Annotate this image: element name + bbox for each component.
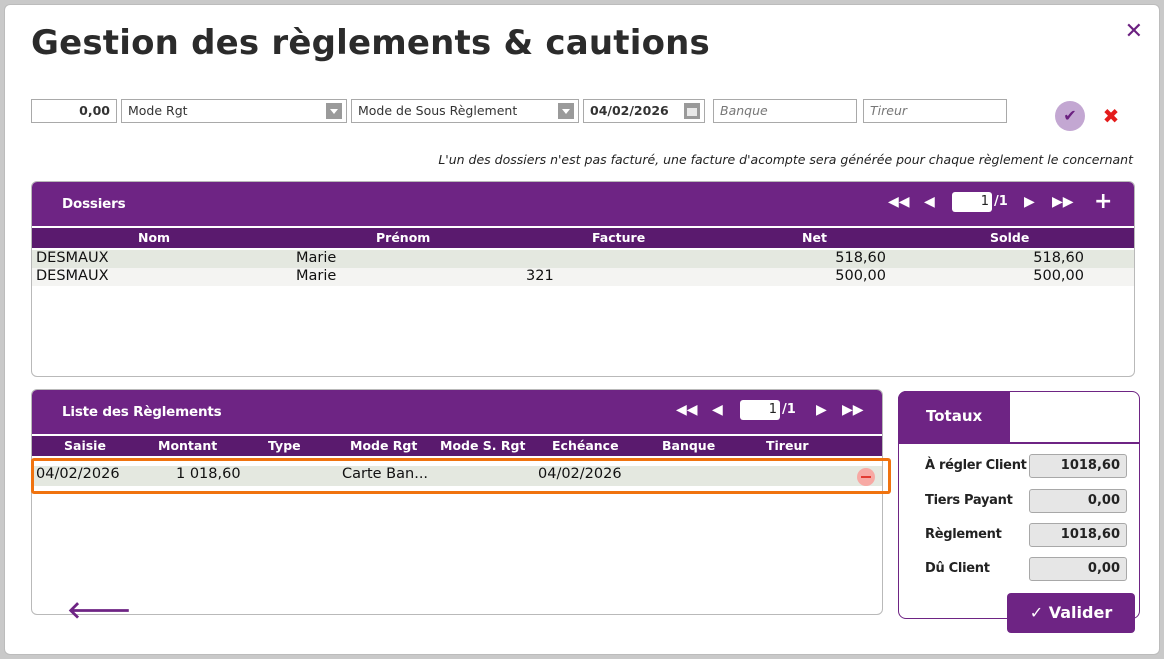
column-header[interactable]: Type [268, 438, 301, 453]
column-header[interactable]: Echéance [552, 438, 619, 453]
column-header[interactable]: Net [802, 230, 827, 245]
column-header[interactable]: Tireur [766, 438, 809, 453]
dossiers-column-headers: Nom Prénom Facture Net Solde [32, 228, 1134, 248]
date-value: 04/02/2026 [590, 103, 669, 118]
last-page-icon[interactable]: ▶▶ [1052, 194, 1074, 210]
dossiers-header: Dossiers ◀◀ ◀ 1 /1 ▶ ▶▶ + [32, 182, 1134, 226]
reglements-panel: Liste des Règlements ◀◀ ◀ 1 /1 ▶ ▶▶ Sais… [31, 389, 883, 615]
reglements-column-headers: Saisie Montant Type Mode Rgt Mode S. Rgt… [32, 436, 882, 456]
valider-button[interactable]: ✓ Valider [1007, 593, 1135, 633]
page-title: Gestion des règlements & cautions [31, 23, 710, 63]
column-header[interactable]: Montant [158, 438, 217, 453]
tireur-input[interactable]: Tireur [863, 99, 1007, 123]
prev-page-icon[interactable]: ◀ [924, 194, 935, 210]
column-header[interactable]: Saisie [64, 438, 106, 453]
total-value: 0,00 [1029, 489, 1127, 513]
cell-solde: 500,00 [1033, 268, 1084, 284]
selected-row-highlight [31, 458, 891, 494]
table-row[interactable]: DESMAUX Marie 321 500,00 500,00 [32, 268, 1134, 286]
mode-sous-rgt-label: Mode de Sous Règlement [358, 103, 518, 118]
column-header[interactable]: Solde [990, 230, 1029, 245]
page-total: /1 [782, 402, 796, 417]
page-input[interactable]: 1 [952, 192, 992, 212]
reglements-pager: ◀◀ ◀ 1 /1 ▶ ▶▶ [672, 400, 872, 422]
total-value: 0,00 [1029, 557, 1127, 581]
cell-solde: 518,60 [1033, 250, 1084, 266]
totaux-panel: Totaux À régler Client 1018,60 Tiers Pay… [898, 391, 1140, 619]
reglements-title: Liste des Règlements [62, 404, 222, 420]
chevron-down-icon[interactable] [558, 103, 574, 119]
total-label: À régler Client [925, 458, 1027, 473]
total-label: Tiers Payant [925, 493, 1013, 508]
cell-nom: DESMAUX [36, 250, 109, 266]
cell-facture: 321 [526, 268, 554, 284]
amount-input[interactable]: 0,00 [31, 99, 117, 123]
mode-rgt-label: Mode Rgt [128, 103, 188, 118]
cell-net: 518,60 [835, 250, 886, 266]
next-page-icon[interactable]: ▶ [816, 402, 827, 418]
column-header[interactable]: Banque [662, 438, 715, 453]
totaux-divider [899, 442, 1139, 444]
column-header[interactable]: Mode Rgt [350, 438, 417, 453]
mode-sous-rgt-select[interactable]: Mode de Sous Règlement [351, 99, 579, 123]
page-input[interactable]: 1 [740, 400, 780, 420]
total-value: 1018,60 [1029, 523, 1127, 547]
prev-page-icon[interactable]: ◀ [712, 402, 723, 418]
table-row[interactable]: DESMAUX Marie 518,60 518,60 [32, 250, 1134, 268]
dossiers-title: Dossiers [62, 196, 126, 212]
total-label: Dû Client [925, 561, 990, 576]
cell-prenom: Marie [296, 268, 337, 284]
mode-rgt-select[interactable]: Mode Rgt [121, 99, 347, 123]
first-page-icon[interactable]: ◀◀ [888, 194, 910, 210]
reglements-header: Liste des Règlements ◀◀ ◀ 1 /1 ▶ ▶▶ [32, 390, 882, 434]
dossiers-panel: Dossiers ◀◀ ◀ 1 /1 ▶ ▶▶ + Nom Prénom Fac… [31, 181, 1135, 377]
x-icon[interactable]: ✖ [1099, 101, 1123, 131]
notice-text: L'un des dossiers n'est pas facturé, une… [438, 152, 1133, 167]
date-input[interactable]: 04/02/2026 [583, 99, 705, 123]
chevron-down-icon[interactable] [326, 103, 342, 119]
column-header[interactable]: Facture [592, 230, 645, 245]
banque-input[interactable]: Banque [713, 99, 857, 123]
check-icon[interactable]: ✔ [1055, 101, 1085, 131]
dossiers-pager: ◀◀ ◀ 1 /1 ▶ ▶▶ + [884, 189, 1124, 214]
valider-label: Valider [1048, 603, 1113, 622]
close-icon[interactable]: ✕ [1125, 19, 1143, 44]
calendar-icon[interactable] [684, 103, 700, 119]
check-icon: ✓ [1029, 603, 1044, 622]
page-total: /1 [994, 194, 1008, 209]
add-icon[interactable]: + [1094, 189, 1112, 214]
dialog: Gestion des règlements & cautions ✕ 0,00… [4, 4, 1160, 655]
total-value: 1018,60 [1029, 454, 1127, 478]
totaux-tab[interactable]: Totaux [898, 391, 1010, 443]
next-page-icon[interactable]: ▶ [1024, 194, 1035, 210]
first-page-icon[interactable]: ◀◀ [676, 402, 698, 418]
cell-prenom: Marie [296, 250, 337, 266]
cell-nom: DESMAUX [36, 268, 109, 284]
column-header[interactable]: Mode S. Rgt [440, 438, 525, 453]
cell-net: 500,00 [835, 268, 886, 284]
column-header[interactable]: Nom [138, 230, 170, 245]
total-label: Règlement [925, 527, 1002, 542]
arrow-left-icon[interactable]: 🡐 [67, 595, 131, 624]
column-header[interactable]: Prénom [376, 230, 430, 245]
last-page-icon[interactable]: ▶▶ [842, 402, 864, 418]
